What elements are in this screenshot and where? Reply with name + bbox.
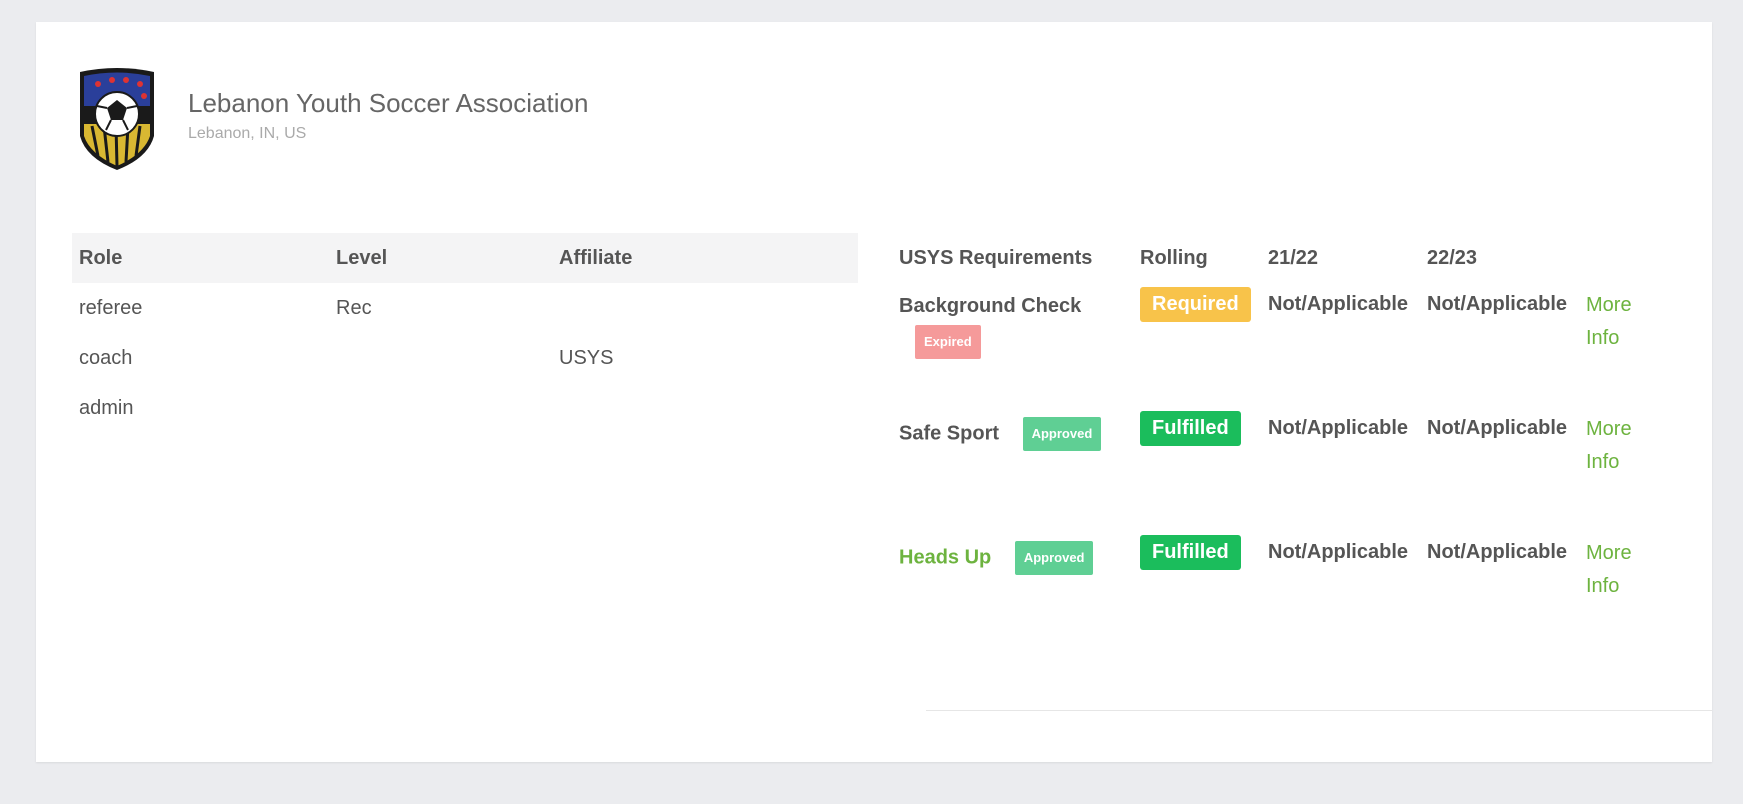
rolling-status-pill: Fulfilled [1140,535,1241,570]
role-cell: admin [79,396,134,419]
roles-table: Role Level Affiliate referee Rec coach U… [72,233,858,433]
requirements-table-header: USYS Requirements Rolling 21/22 22/23 [891,233,1711,283]
season-2-status: Not/Applicable [1427,541,1568,563]
more-info-label: Info [1586,575,1620,597]
header-role: Role [79,246,123,269]
divider [926,710,1712,711]
level-cell: Rec [336,296,372,319]
org-header: Lebanon Youth Soccer Association Lebanon… [74,66,588,172]
table-row: Safe Sport Approved Fulfilled Not/Applic… [891,407,1711,531]
requirement-label: Background Check [899,295,1082,317]
header-season-1: 21/22 [1268,246,1319,269]
status-badge: Expired [915,325,981,359]
rolling-status-pill: Fulfilled [1140,411,1241,446]
header-affiliate: Affiliate [559,246,633,269]
table-row: Background Check Expired Required Not/Ap… [891,283,1711,407]
role-cell: referee [79,296,143,319]
requirement-label: Safe Sport [899,422,1000,445]
roles-table-header: Role Level Affiliate [72,233,858,283]
affiliate-cell: USYS [559,346,614,369]
requirement-link[interactable]: Heads Up [899,546,991,568]
more-info-label: More [1586,418,1632,440]
org-location: Lebanon, IN, US [188,124,307,142]
status-badge: Approved [1014,541,1094,575]
more-info-label: Info [1586,327,1620,349]
season-1-status: Not/Applicable [1268,293,1409,315]
requirement-name: Background Check Expired [891,283,1140,359]
requirement-name: Safe Sport Approved [891,407,1140,451]
more-info-link[interactable]: More Info [1586,407,1676,479]
more-info-link[interactable]: More Info [1586,283,1676,355]
rolling-status-pill: Required [1140,287,1251,322]
season-2-status: Not/Applicable [1427,293,1568,315]
season-1-status: Not/Applicable [1268,417,1409,439]
org-card: Lebanon Youth Soccer Association Lebanon… [36,22,1712,762]
more-info-label: More [1586,542,1632,564]
season-1-status: Not/Applicable [1268,541,1409,563]
table-row: referee Rec [72,283,858,333]
table-row: coach USYS [72,333,858,383]
role-cell: coach [79,346,133,369]
header-level: Level [336,246,388,269]
table-row: Heads Up Approved Fulfilled Not/Applicab… [891,531,1711,655]
header-rolling: Rolling [1140,246,1208,269]
header-season-2: 22/23 [1427,246,1478,269]
season-2-status: Not/Applicable [1427,417,1568,439]
more-info-label: More [1586,294,1632,316]
table-row: admin [72,383,858,433]
org-name: Lebanon Youth Soccer Association [188,87,589,118]
club-crest-logo [80,68,154,170]
requirement-name[interactable]: Heads Up Approved [891,531,1140,575]
more-info-label: Info [1586,451,1620,473]
status-badge: Approved [1022,417,1102,451]
header-requirements: USYS Requirements [899,246,1093,269]
requirements-table: USYS Requirements Rolling 21/22 22/23 Ba… [891,233,1711,655]
more-info-link[interactable]: More Info [1586,531,1676,603]
